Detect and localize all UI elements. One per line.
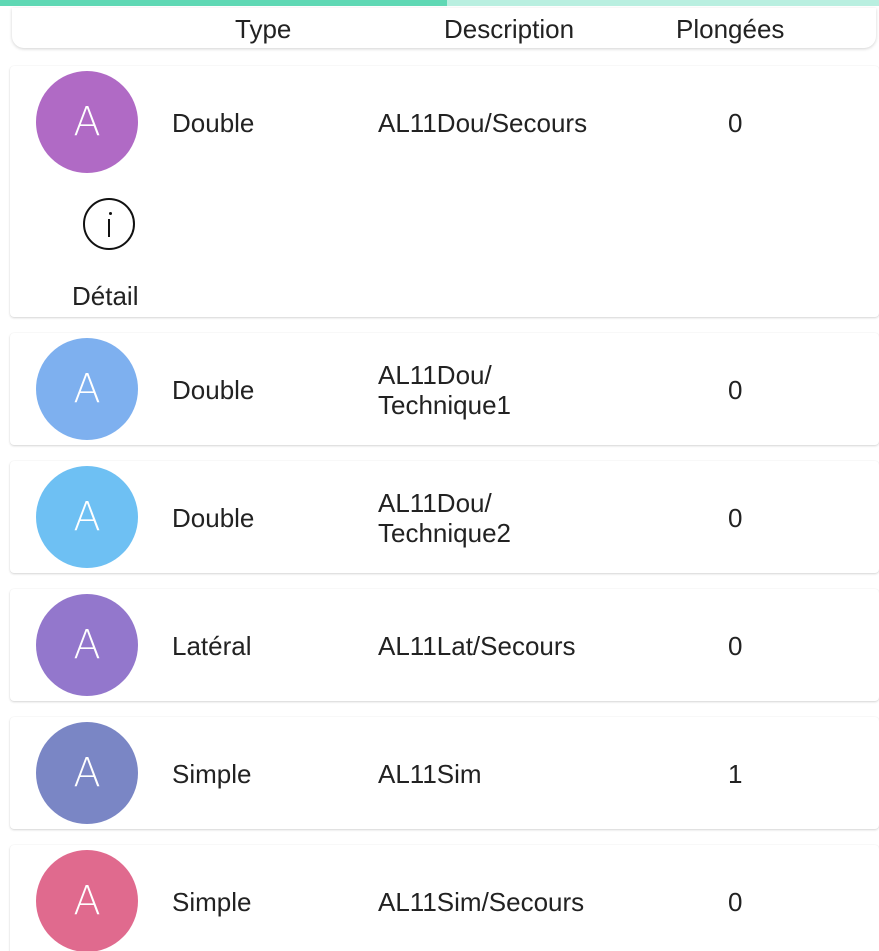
row-type: Double [172,108,255,138]
avatar: A [36,71,138,173]
row-type: Latéral [172,631,252,661]
header-plongees: Plongées [676,14,785,44]
equipment-list: A Double AL11Dou/Secours 0 Détail A Doub… [10,66,879,951]
row-type: Simple [172,887,252,917]
row-type: Double [172,503,255,533]
avatar: A [36,338,138,440]
avatar: A [36,466,138,568]
row-plongees: 0 [728,887,743,917]
row-description: AL11Dou/ Technique2 [378,488,511,548]
row-description: AL11Lat/Secours [378,631,576,661]
row-description: AL11Dou/Secours [378,108,588,138]
row-plongees: 0 [728,375,743,405]
list-item[interactable]: A Double AL11Dou/Secours 0 Détail [10,66,879,317]
row-plongees: 0 [728,631,743,661]
avatar: A [36,722,138,824]
avatar: A [36,594,138,696]
row-description: AL11Sim/Secours [378,887,585,917]
table-header: Type Description Plongées [12,8,876,48]
info-icon[interactable] [83,198,135,250]
list-item[interactable]: A Simple AL11Sim/Secours 0 [10,845,879,951]
row-description: AL11Sim [378,759,482,789]
header-type: Type [235,14,292,44]
screen: Type Description Plongées A Double AL11D… [0,0,879,951]
info-icon-dot [109,212,112,215]
avatar: A [36,850,138,951]
info-icon-stem [108,219,110,237]
list-item[interactable]: A Simple AL11Sim 1 [10,717,879,829]
row-type: Double [172,375,255,405]
list-item[interactable]: A Latéral AL11Lat/Secours 0 [10,589,879,701]
detail-button-label[interactable]: Détail [72,281,138,311]
row-type: Simple [172,759,252,789]
top-progress-fill [0,0,447,6]
row-description: AL11Dou/ Technique1 [378,360,511,420]
list-item[interactable]: A Double AL11Dou/ Technique2 0 [10,461,879,573]
row-plongees: 1 [728,759,743,789]
top-progress-bar [0,0,879,6]
row-plongees: 0 [728,108,743,138]
row-plongees: 0 [728,503,743,533]
header-description: Description [444,14,575,44]
list-item[interactable]: A Double AL11Dou/ Technique1 0 [10,333,879,445]
